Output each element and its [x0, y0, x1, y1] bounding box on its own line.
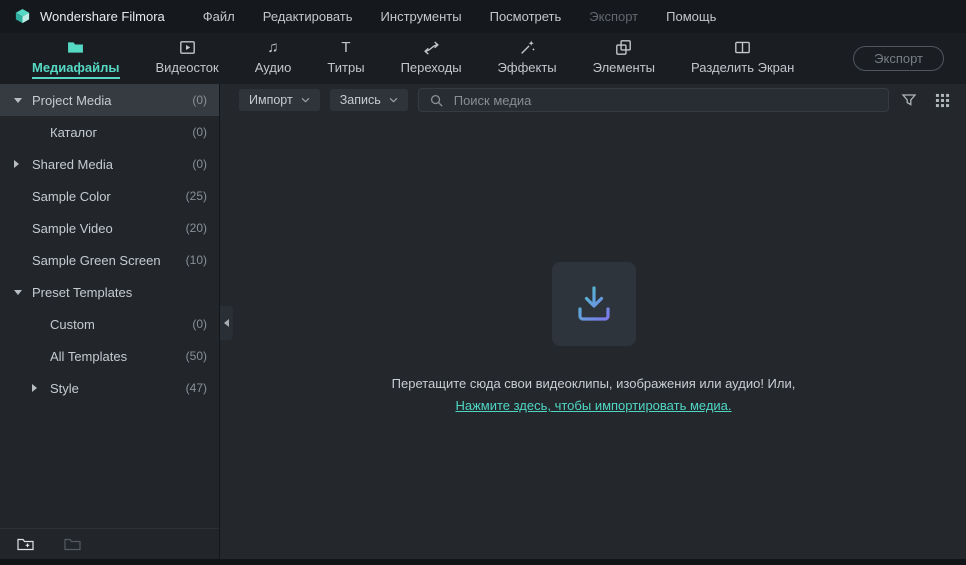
filmora-logo-icon	[14, 8, 31, 25]
transitions-icon	[423, 39, 440, 57]
chevron-right-icon[interactable]	[14, 160, 32, 168]
record-button[interactable]: Запись	[329, 89, 408, 111]
menu-items: Файл Редактировать Инструменты Посмотрет…	[189, 0, 731, 33]
chevron-down-icon[interactable]	[14, 97, 32, 103]
sidebar-collapse-handle[interactable]	[220, 306, 233, 340]
import-button[interactable]: Импорт	[239, 89, 320, 111]
menu-tools[interactable]: Инструменты	[367, 0, 476, 33]
search-bar[interactable]	[417, 88, 889, 112]
sidebar-item-all-templates[interactable]: All Templates (50)	[0, 340, 219, 372]
search-icon	[429, 93, 444, 108]
tab-split-screen[interactable]: Разделить Экран	[673, 33, 812, 84]
chevron-down-icon	[301, 97, 310, 103]
menu-export: Экспорт	[589, 9, 639, 24]
effects-icon	[519, 39, 536, 57]
tab-elements[interactable]: Элементы	[575, 33, 673, 84]
import-media-link[interactable]: Нажмите здесь, чтобы импортировать медиа…	[455, 398, 731, 413]
search-input[interactable]	[451, 91, 878, 109]
app-title: Wondershare Filmora	[40, 9, 165, 24]
menubar: Wondershare Filmora Файл Редактировать И…	[0, 0, 966, 33]
item-count: (10)	[185, 253, 207, 267]
tab-video-stock[interactable]: Видеосток	[138, 33, 237, 84]
media-files-icon	[67, 39, 84, 57]
chevron-left-icon	[224, 319, 229, 327]
folder-icon[interactable]	[63, 536, 82, 552]
media-library-sidebar: Project Media (0) Каталог (0) Shared Med…	[0, 84, 220, 559]
chevron-down-icon[interactable]	[14, 289, 32, 295]
tab-media-files[interactable]: Медиафайлы	[14, 33, 138, 84]
sidebar-item-sample-video[interactable]: Sample Video (20)	[0, 212, 219, 244]
tab-label: Аудио	[254, 59, 292, 75]
tab-label: Видеосток	[155, 59, 219, 75]
item-count: (0)	[192, 93, 207, 107]
filter-icon[interactable]	[899, 90, 919, 110]
export-button[interactable]: Экспорт	[853, 46, 944, 71]
bottom-divider	[0, 559, 966, 565]
sidebar-item-sample-color[interactable]: Sample Color (25)	[0, 180, 219, 212]
dropzone-message: Перетащите сюда свои видеоклипы, изображ…	[391, 376, 796, 391]
menu-view[interactable]: Посмотреть	[476, 0, 576, 33]
tab-label: Переходы	[400, 59, 462, 75]
import-media-icon[interactable]	[551, 262, 636, 346]
sidebar-item-custom[interactable]: Custom (0)	[0, 308, 219, 340]
new-folder-icon[interactable]	[16, 536, 35, 552]
item-count: (20)	[185, 221, 207, 235]
tab-audio[interactable]: ♫ Аудио	[237, 33, 310, 84]
tab-label: Элементы	[592, 59, 656, 75]
item-count: (0)	[192, 317, 207, 331]
grid-view-icon[interactable]	[933, 91, 952, 110]
sidebar-footer	[0, 528, 219, 559]
tab-label: Титры	[327, 59, 365, 75]
video-stock-icon	[179, 39, 196, 57]
menu-edit[interactable]: Редактировать	[249, 0, 367, 33]
sidebar-item-sample-green-screen[interactable]: Sample Green Screen (10)	[0, 244, 219, 276]
tab-transitions[interactable]: Переходы	[383, 33, 480, 84]
item-count: (47)	[185, 381, 207, 395]
audio-icon: ♫	[267, 38, 279, 56]
tabbar: Медиафайлы Видеосток ♫ Аудио T Титры Пер…	[0, 33, 966, 84]
tab-label: Эффекты	[497, 59, 557, 75]
chevron-right-icon[interactable]	[32, 384, 50, 392]
item-count: (50)	[185, 349, 207, 363]
menu-file[interactable]: Файл	[189, 0, 249, 33]
filmora-window: Wondershare Filmora Файл Редактировать И…	[0, 0, 966, 565]
tab-label: Разделить Экран	[691, 59, 795, 75]
item-count: (0)	[192, 157, 207, 171]
split-screen-icon	[734, 39, 751, 57]
sidebar-item-preset-templates[interactable]: Preset Templates	[0, 276, 219, 308]
menu-help[interactable]: Помощь	[652, 0, 730, 33]
chevron-down-icon	[389, 97, 398, 103]
media-toolbar: Импорт Запись	[221, 84, 966, 116]
item-count: (25)	[185, 189, 207, 203]
item-count: (0)	[192, 125, 207, 139]
sidebar-item-shared-media[interactable]: Shared Media (0)	[0, 148, 219, 180]
sidebar-item-project-media[interactable]: Project Media (0)	[0, 84, 219, 116]
tab-titles[interactable]: T Титры	[309, 33, 382, 84]
elements-icon	[615, 39, 632, 57]
titles-icon: T	[341, 38, 351, 56]
media-dropzone[interactable]: Перетащите сюда свои видеоклипы, изображ…	[221, 116, 966, 559]
sidebar-item-katalog[interactable]: Каталог (0)	[0, 116, 219, 148]
tab-label: Медиафайлы	[32, 60, 120, 79]
tab-effects[interactable]: Эффекты	[480, 33, 575, 84]
sidebar-item-style[interactable]: Style (47)	[0, 372, 219, 404]
